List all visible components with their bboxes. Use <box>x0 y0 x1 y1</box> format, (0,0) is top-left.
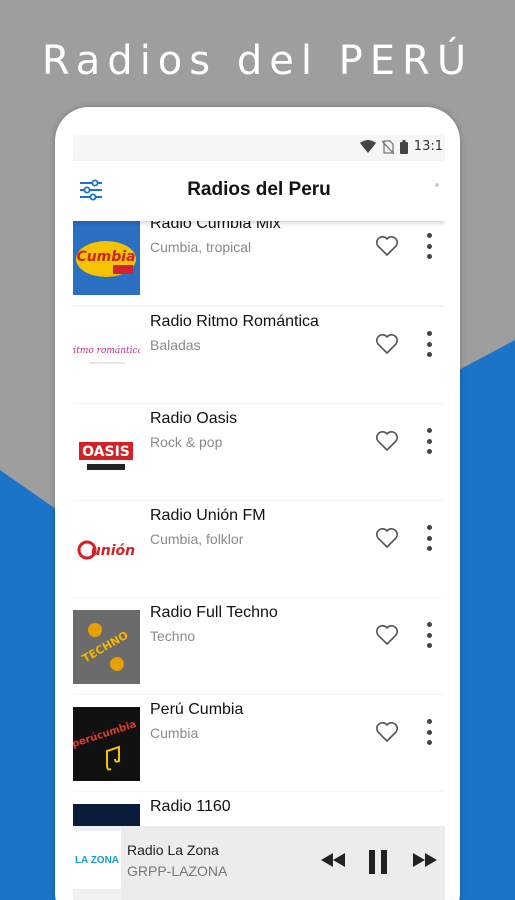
station-genre: Baladas <box>150 337 201 353</box>
list-item[interactable]: ritmo romántica Radio Ritmo Romántica Ba… <box>73 307 445 403</box>
status-time: 13:1 <box>413 139 443 154</box>
station-logo-text: ritmo romántica <box>73 345 140 356</box>
more-options-icon[interactable] <box>425 719 433 745</box>
player-station-name: Radio La Zona <box>127 842 219 858</box>
list-item[interactable]: OASIS Radio Oasis Rock & pop <box>73 404 445 500</box>
station-name: Radio Ritmo Romántica <box>150 313 319 330</box>
station-logo: OASIS <box>73 416 140 490</box>
list-item[interactable]: TECHNO Radio Full Techno Techno <box>73 598 445 694</box>
page-title: Radios del Peru <box>187 179 331 200</box>
station-logo: perúcumbia <box>73 707 140 781</box>
fast-forward-icon[interactable] <box>411 849 439 871</box>
list-item[interactable]: Cumbia Radio Cumbia Mix Cumbia, tropical <box>73 209 445 305</box>
promo-title: Radios del PERÚ <box>41 38 474 84</box>
favorite-heart-icon[interactable] <box>375 527 399 549</box>
station-logo: unión <box>73 513 140 587</box>
station-logo-text: Cumbia <box>76 249 135 265</box>
player-logo-text: LA ZONA <box>74 854 120 866</box>
mini-player[interactable]: LA ZONA Radio La Zona GRPP-LAZONA <box>73 826 445 900</box>
station-genre: Cumbia, tropical <box>150 239 252 255</box>
station-genre: Techno <box>150 628 196 644</box>
station-name: Radio Unión FM <box>150 507 266 524</box>
wifi-icon <box>359 140 376 153</box>
player-station-subtitle: GRPP-LAZONA <box>127 863 228 879</box>
app-screen: 13:1 Radios del Peru Cumbia Radio Cumbia… <box>73 135 445 900</box>
no-sim-icon <box>381 139 394 154</box>
favorite-heart-icon[interactable] <box>375 721 399 743</box>
app-bar: Radios del Peru <box>73 161 445 221</box>
more-options-icon[interactable] <box>425 233 433 259</box>
station-logo-text: unión <box>91 543 135 559</box>
list-item[interactable]: perúcumbia Perú Cumbia Cumbia <box>73 695 445 791</box>
station-logo: Cumbia <box>73 221 140 295</box>
station-name: Radio Full Techno <box>150 604 278 621</box>
station-name: Radio Oasis <box>150 410 238 427</box>
station-logo: ritmo romántica <box>73 319 140 393</box>
station-logo: TECHNO <box>73 610 140 684</box>
rewind-icon[interactable] <box>319 849 347 871</box>
more-options-icon[interactable] <box>425 622 433 648</box>
more-options-icon[interactable] <box>425 525 433 551</box>
player-station-logo: LA ZONA <box>73 831 121 889</box>
station-name: Perú Cumbia <box>150 701 244 718</box>
station-logo-text: OASIS <box>82 444 130 460</box>
favorite-heart-icon[interactable] <box>375 430 399 452</box>
favorite-heart-icon[interactable] <box>375 333 399 355</box>
status-bar: 13:1 <box>73 135 445 161</box>
battery-icon <box>399 139 408 154</box>
more-options-icon[interactable] <box>425 428 433 454</box>
favorite-heart-icon[interactable] <box>375 624 399 646</box>
station-genre: Rock & pop <box>150 434 223 450</box>
station-genre: Cumbia <box>150 725 199 741</box>
station-genre: Cumbia, folklor <box>150 531 244 547</box>
overflow-indicator <box>435 183 439 187</box>
pause-icon[interactable] <box>367 849 389 875</box>
station-name: Radio 1160 <box>150 798 231 815</box>
more-options-icon[interactable] <box>425 331 433 357</box>
favorite-heart-icon[interactable] <box>375 235 399 257</box>
list-item[interactable]: unión Radio Unión FM Cumbia, folklor <box>73 501 445 597</box>
